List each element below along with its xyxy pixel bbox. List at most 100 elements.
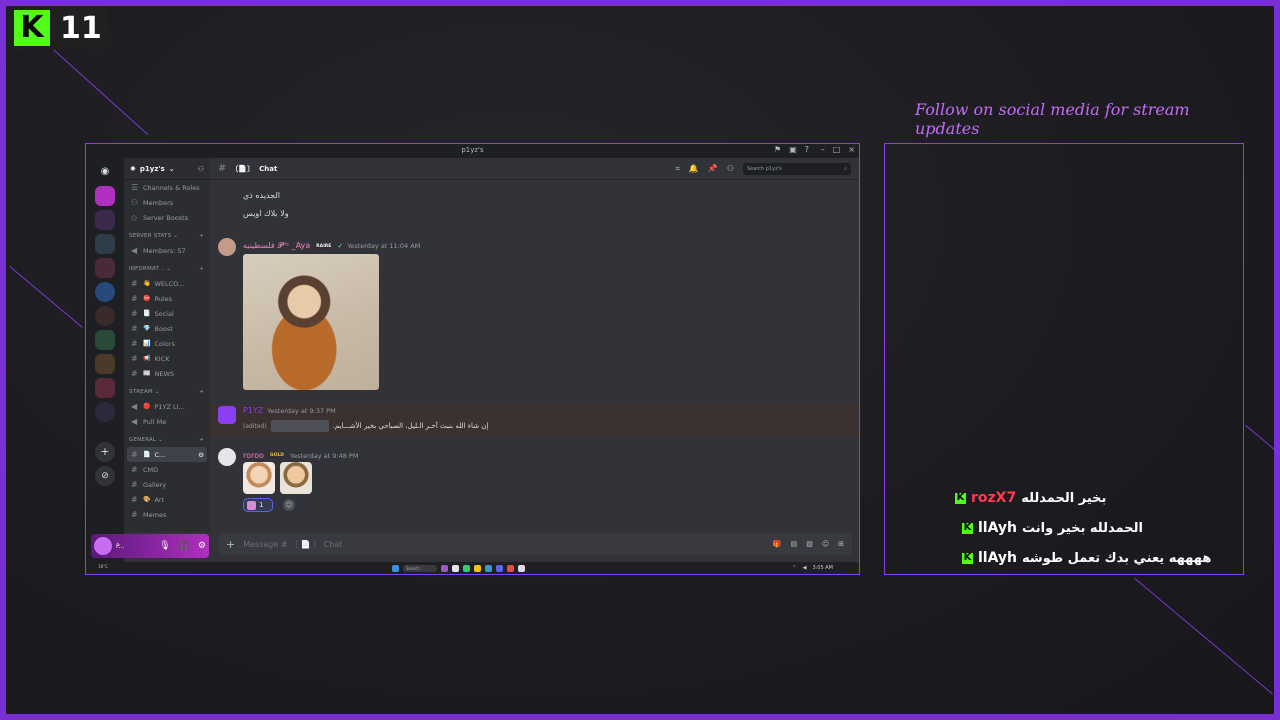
app-icon[interactable]	[485, 565, 492, 572]
pin-icon[interactable]: 📌	[708, 164, 718, 173]
inbox-icon[interactable]: ▣	[789, 145, 797, 154]
author-name[interactable]: فلسطينيه 𝓟ᴾˢ _Aya	[243, 241, 310, 251]
channel-cmd[interactable]: # CMD	[124, 462, 210, 477]
server-folder-icon[interactable]	[95, 330, 115, 350]
flag-icon[interactable]: ⚑	[774, 145, 781, 154]
channel-memes[interactable]: # Memes	[124, 507, 210, 522]
guild-header[interactable]: ✹ p1yz's ⌄ ⚇	[124, 158, 210, 180]
channel-news[interactable]: # 📰 NEWS	[124, 366, 210, 381]
channel-colors[interactable]: # 📊 Colors	[124, 336, 210, 351]
server-folder-icon[interactable]	[95, 258, 115, 278]
app-icon[interactable]	[463, 565, 470, 572]
category-general[interactable]: GENERAL ⌄ +	[124, 433, 210, 447]
weather-widget[interactable]: 18°C	[98, 564, 108, 569]
category-stream[interactable]: STREAM ⌄ +	[124, 385, 210, 399]
server-icon[interactable]	[95, 282, 115, 302]
search-input[interactable]: Search p1yz's ⌕	[743, 162, 851, 175]
mic-muted-icon[interactable]: 🎙	[159, 541, 170, 551]
avatar[interactable]	[218, 406, 236, 424]
sticker-image[interactable]	[280, 462, 312, 494]
attach-plus-icon[interactable]: +	[226, 538, 235, 551]
discord-home-icon[interactable]: ◉	[95, 162, 115, 182]
voice-channel[interactable]: ◀ Members: 57	[124, 243, 210, 258]
start-icon[interactable]	[392, 565, 399, 572]
plus-icon[interactable]: +	[199, 266, 204, 272]
plus-icon[interactable]: +	[199, 437, 204, 443]
threads-icon[interactable]: ⌗	[675, 164, 680, 174]
channel-gallery[interactable]: # Gallery	[124, 477, 210, 492]
author-name[interactable]: roroo	[243, 451, 264, 460]
message-input[interactable]: Message # 〔 📄 〕 Chat	[243, 539, 342, 550]
close-icon[interactable]: ×	[848, 145, 855, 154]
sidebar-item-members[interactable]: ⚇ Members	[124, 195, 210, 210]
gear-icon[interactable]: ⚙	[198, 541, 206, 551]
user-controls: 🎙 🎧 ⚙	[159, 541, 206, 551]
headphones-icon[interactable]: 🎧	[179, 541, 190, 551]
bell-icon[interactable]: 🔔	[689, 164, 699, 173]
category-server-stats[interactable]: SERVER STATS ⌄ +	[124, 229, 210, 243]
taskbar-search[interactable]: Search	[403, 565, 437, 572]
clock[interactable]: 3:05 AM	[812, 565, 833, 571]
sticker-icon[interactable]: ▧	[806, 540, 813, 548]
explore-icon[interactable]: ⊘	[95, 466, 115, 486]
hash-icon: #	[131, 279, 138, 288]
gift-icon[interactable]: 🎁	[773, 540, 782, 548]
app-icon[interactable]	[518, 565, 525, 572]
channel-social[interactable]: # 📑 Social	[124, 306, 210, 321]
channel-kick[interactable]: # 📢 KICK	[124, 351, 210, 366]
speaker-icon: ◀	[131, 417, 138, 426]
spoiler-block[interactable]	[270, 420, 329, 432]
avatar[interactable]	[218, 448, 236, 466]
add-server-icon[interactable]: +	[95, 442, 115, 462]
folder-icon[interactable]	[474, 565, 481, 572]
sticker-image[interactable]	[243, 462, 275, 494]
gif-icon[interactable]: ▤	[791, 540, 798, 548]
category-information[interactable]: INFORMAT... ⌄ +	[124, 262, 210, 276]
server-icon[interactable]	[95, 186, 115, 206]
add-member-icon[interactable]: ⚇	[198, 165, 204, 173]
server-folder-icon[interactable]	[95, 354, 115, 374]
channel-boost[interactable]: # 💎 Boost	[124, 321, 210, 336]
channel-chat-active[interactable]: # 📄 C... ⚙	[127, 447, 207, 462]
plus-icon[interactable]: +	[199, 389, 204, 395]
speaker-icon: ◀	[131, 246, 138, 255]
reaction-chip[interactable]: 1	[243, 498, 273, 512]
voice-channel-live[interactable]: ◀ 🔴 P1YZ LI...	[124, 399, 210, 414]
chat-username: llAyh	[978, 520, 1018, 536]
members-icon[interactable]: ⚇	[727, 164, 734, 173]
image-attachment[interactable]	[243, 254, 379, 390]
app-icon[interactable]	[441, 565, 448, 572]
message-meta: P1YZ Yesterday at 9:37 PM	[243, 406, 336, 415]
channel-welcome[interactable]: # 👋 WELCO...	[124, 276, 210, 291]
plus-icon[interactable]: +	[199, 233, 204, 239]
minimize-icon[interactable]: –	[821, 145, 825, 154]
message-composer[interactable]: + Message # 〔 📄 〕 Chat 🎁 ▤ ▧ ☺ ⊞	[218, 533, 852, 555]
app-icon[interactable]	[507, 565, 514, 572]
sidebar-item-server-boosts[interactable]: ◇ Server Boosts	[124, 210, 210, 225]
message-text: ولا بلاك اويس	[243, 209, 289, 218]
emoji-icon[interactable]: ☺	[822, 540, 829, 548]
app-icon[interactable]	[452, 565, 459, 572]
server-folder-icon[interactable]	[95, 378, 115, 398]
wifi-icon[interactable]: ⌃	[792, 565, 796, 571]
maximize-icon[interactable]: □	[833, 145, 841, 154]
hash-icon: #	[131, 495, 138, 504]
help-icon[interactable]: ?	[805, 145, 809, 154]
channel-art[interactable]: # 🎨 Art	[124, 492, 210, 507]
server-folder-icon[interactable]	[95, 210, 115, 230]
channel-rules[interactable]: # ⛔ Rules	[124, 291, 210, 306]
hash-icon: #	[131, 510, 138, 519]
sidebar-item-channels-roles[interactable]: ☰ Channels & Roles	[124, 180, 210, 195]
author-name[interactable]: P1YZ	[243, 406, 263, 415]
server-folder-icon[interactable]	[95, 234, 115, 254]
server-icon[interactable]	[95, 306, 115, 326]
apps-icon[interactable]: ⊞	[838, 540, 844, 548]
settings-icon[interactable]: ⚙	[198, 451, 204, 459]
avatar[interactable]	[218, 238, 236, 256]
add-reaction-icon[interactable]: ☺	[283, 499, 295, 511]
voice-channel-pull-me[interactable]: ◀ Pull Me	[124, 414, 210, 429]
server-icon[interactable]	[95, 402, 115, 422]
discord-icon[interactable]	[496, 565, 503, 572]
volume-icon[interactable]: ◀	[803, 565, 807, 571]
avatar[interactable]	[94, 537, 112, 555]
